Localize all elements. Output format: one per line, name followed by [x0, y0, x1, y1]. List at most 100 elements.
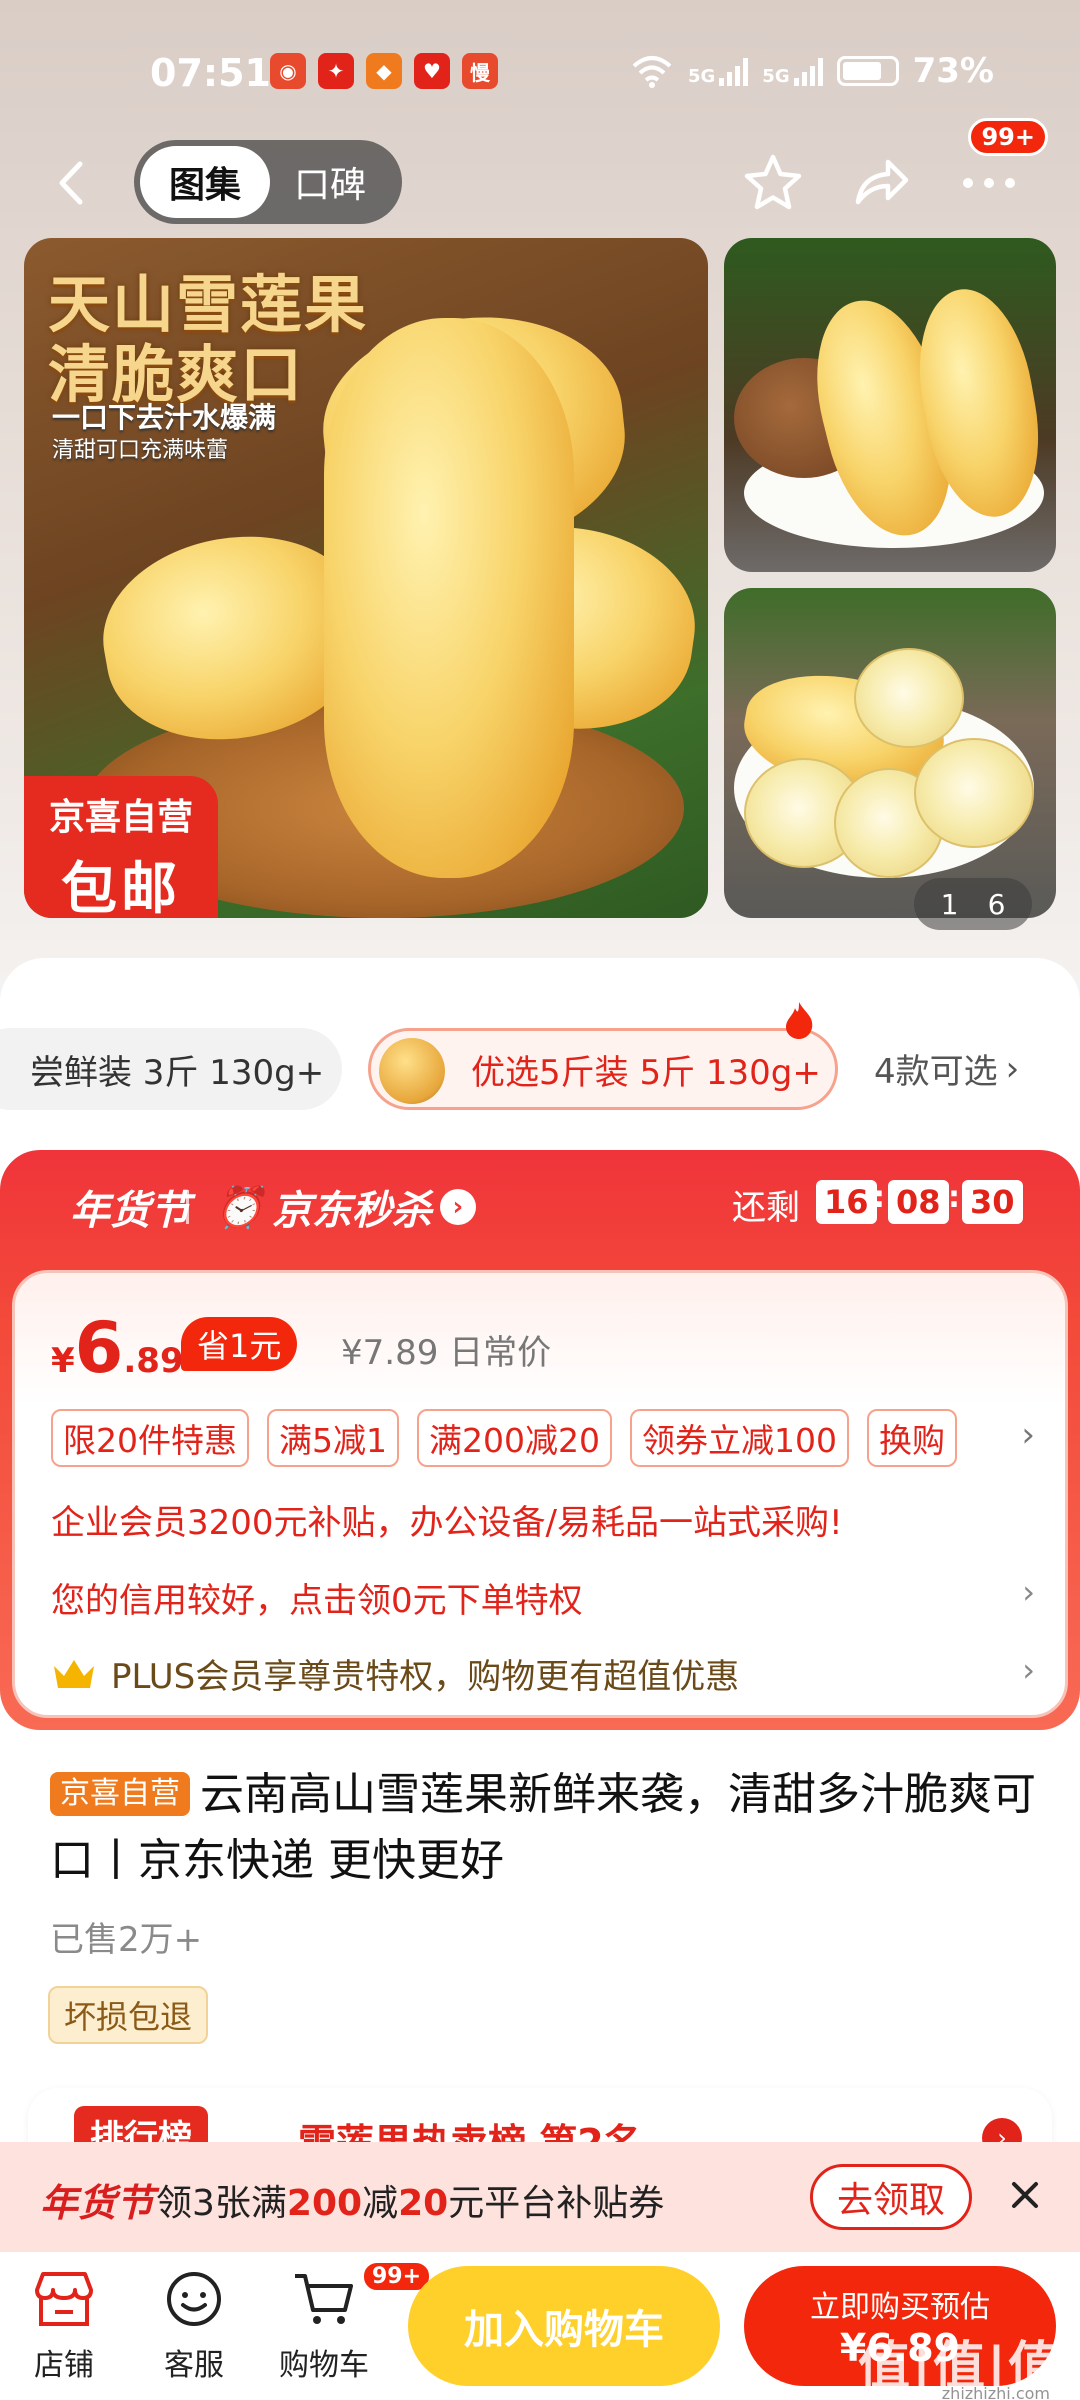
favorite-star-icon[interactable] — [738, 148, 808, 218]
coupon-text-mid: 减 — [362, 2183, 399, 2224]
service-label: 客服 — [164, 2348, 224, 2383]
price-decimal: .89 — [123, 1341, 184, 1381]
crown-icon — [54, 1659, 94, 1688]
wifi-icon — [632, 56, 672, 88]
fruit-center — [324, 318, 574, 878]
claim-coupon-button[interactable]: 去领取 — [810, 2164, 972, 2230]
chevron-right-icon[interactable]: › — [1022, 1651, 1035, 1689]
chevron-right-icon: › — [439, 1189, 476, 1225]
tab-gallery[interactable]: 图集 — [140, 146, 270, 218]
store-icon — [29, 2264, 99, 2334]
sku-thumb — [379, 1038, 445, 1104]
free-shipping-tag: 京喜自营 包邮 — [24, 776, 218, 918]
daily-price: ¥7.89 日常价 — [341, 1333, 552, 1373]
message-badge: 99+ — [968, 118, 1048, 156]
app-icon-4: ♥ — [414, 53, 450, 89]
chevron-right-icon[interactable]: › — [1021, 1415, 1035, 1455]
signal-icon-2 — [793, 56, 823, 86]
divider — [186, 1190, 189, 1224]
app-icon-3: ◆ — [366, 53, 402, 89]
close-icon[interactable] — [1000, 2170, 1050, 2220]
gallery-subtitle-1: 一口下去汁水爆满 — [52, 401, 277, 434]
hot-flame-icon — [786, 1002, 813, 1039]
currency-symbol: ¥ — [51, 1341, 75, 1381]
price-integer: 6 — [74, 1307, 124, 1389]
promo-tag[interactable]: 限20件特惠 — [51, 1409, 249, 1467]
sku-option-2[interactable]: 优选5斤装 5斤 130g+ — [368, 1028, 838, 1110]
status-app-icons: ◉ ✦ ◆ ♥ 慢 — [270, 53, 498, 89]
gallery-subtitle-2: 清甜可口充满味蕾 — [52, 438, 229, 463]
gallery-thumb-1[interactable] — [724, 238, 1056, 572]
promo-tags[interactable]: 限20件特惠 满5减1 满200减20 领券立减100 换购 — [51, 1409, 957, 1467]
festival-logo: 年货节 — [40, 2181, 155, 2225]
price-panel: ¥6.89 省1元 ¥7.89 日常价 限20件特惠 满5减1 满200减20 … — [12, 1270, 1068, 1718]
cart-icon: 99+ — [289, 2260, 433, 2334]
jd-seckill-brand: ⏰ 京东秒杀 › — [214, 1178, 476, 1236]
gallery-counter: 1 6 — [914, 878, 1032, 930]
sku-option-1-label: 尝鲜装 3斤 130g+ — [30, 1052, 325, 1093]
countdown-minutes: 08 — [888, 1180, 949, 1224]
fruit-slice-1 — [854, 648, 964, 748]
countdown-hours: 16 — [816, 1180, 877, 1224]
tab-reviews[interactable]: 口碑 — [270, 146, 390, 218]
tag-shipping-text: 包邮 — [61, 857, 181, 918]
store-badge: 京喜自营 — [50, 1772, 190, 1816]
promo-tag[interactable]: 领券立减100 — [629, 1409, 849, 1467]
gallery-counter-total: 6 — [987, 887, 1006, 921]
network-label-1: 5G — [687, 66, 716, 87]
promo-tag[interactable]: 换购 — [866, 1409, 957, 1467]
chevron-right-icon: › — [1005, 1048, 1020, 1089]
coupon-amount: 20 — [398, 2183, 449, 2224]
status-right: 5G 5G 73% — [630, 51, 994, 91]
coupon-threshold: 200 — [286, 2183, 363, 2224]
enterprise-promo[interactable]: 企业会员3200元补贴，办公设备/易耗品一站式采购! — [51, 1495, 843, 1544]
gallery-counter-current: 1 — [940, 887, 959, 921]
battery-level: 73% — [912, 51, 994, 91]
app-icon-2: ✦ — [318, 53, 354, 89]
plus-member-text: PLUS会员享尊贵特权，购物更有超值优惠 — [111, 1657, 740, 1697]
more-sku-label: 4款可选 — [874, 1052, 998, 1092]
promo-tag[interactable]: 满200减20 — [417, 1409, 612, 1467]
flash-sale-panel: 年货节 ⏰ 京东秒杀 › 还剩 16 : 08 : 30 ¥6.89 省1元 ¥… — [0, 1150, 1080, 1730]
alarm-icon: ⏰ — [214, 1184, 264, 1231]
store-label: 店铺 — [34, 2348, 94, 2383]
more-sku-button[interactable]: 4款可选 › — [874, 1044, 1019, 1093]
credit-promo[interactable]: 您的信用较好，点击领0元下单特权 — [51, 1573, 583, 1622]
sale-price: ¥6.89 — [51, 1307, 184, 1389]
festival-logo: 年货节 — [70, 1188, 190, 1234]
status-time: 07:51 — [150, 51, 271, 95]
chat-smile-icon — [159, 2264, 229, 2334]
guarantee-badge: 坏损包退 — [48, 1986, 209, 2044]
countdown-colon: : — [948, 1180, 960, 1215]
gallery-main-image[interactable]: 天山雪莲果 清脆爽口 一口下去汁水爆满 清甜可口充满味蕾 京喜自营 包邮 — [24, 238, 708, 918]
status-bar: 07:51 ◉ ✦ ◆ ♥ 慢 5G 5G 73% — [0, 45, 1080, 105]
sold-count: 已售2万+ — [50, 1920, 203, 1960]
gallery-tab-switch: 图集 口碑 — [134, 140, 402, 224]
buy-now-label: 立即购买预估 — [810, 2290, 990, 2325]
gallery-thumb-2[interactable] — [724, 588, 1056, 918]
cart-label: 购物车 — [279, 2348, 369, 2383]
site-watermark-url: zhizhizhi.com — [941, 2384, 1050, 2400]
customer-service-button[interactable]: 客服 — [134, 2264, 254, 2384]
tag-store-text: 京喜自营 — [48, 797, 193, 838]
savings-badge: 省1元 — [181, 1317, 298, 1371]
fruit-slice-4 — [914, 738, 1034, 848]
more-menu-icon[interactable]: 99+ — [954, 118, 1048, 218]
sku-option-1[interactable]: 尝鲜装 3斤 130g+ — [0, 1028, 342, 1110]
battery-icon — [836, 56, 899, 86]
plus-member-promo[interactable]: PLUS会员享尊贵特权，购物更有超值优惠 — [51, 1649, 739, 1698]
add-to-cart-button[interactable]: 加入购物车 — [408, 2266, 720, 2386]
signal-icon-1 — [719, 56, 749, 86]
sku-option-2-label: 优选5斤装 5斤 130g+ — [471, 1052, 821, 1093]
promo-tag[interactable]: 满5减1 — [267, 1409, 399, 1467]
countdown-colon: : — [873, 1180, 885, 1215]
share-icon[interactable] — [846, 148, 916, 218]
top-nav: 图集 口碑 99+ — [0, 118, 1080, 224]
store-button[interactable]: 店铺 — [4, 2264, 124, 2384]
cart-button[interactable]: 99+ 购物车 — [264, 2260, 433, 2384]
back-icon[interactable] — [48, 158, 98, 208]
flash-sale-header[interactable]: 年货节 ⏰ 京东秒杀 › 还剩 16 : 08 : 30 — [0, 1150, 1080, 1270]
chevron-right-icon[interactable]: › — [1022, 1573, 1035, 1611]
jd-seckill-label: 京东秒杀 — [271, 1188, 432, 1234]
product-title: 京喜自营 云南高山雪莲果新鲜来袭，清甜多汁脆爽可口丨京东快递 更快更好 — [50, 1762, 1040, 1894]
